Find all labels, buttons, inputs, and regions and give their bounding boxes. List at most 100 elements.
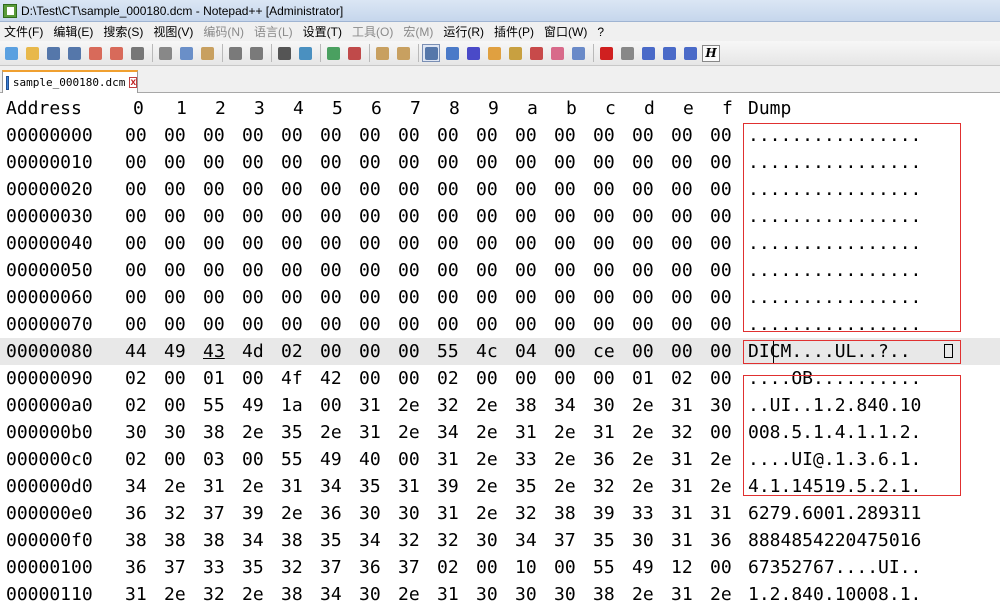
hex-byte[interactable]: 02 — [125, 446, 147, 473]
hex-byte[interactable]: 30 — [164, 419, 186, 446]
hex-byte[interactable]: 2e — [398, 419, 420, 446]
hex-byte[interactable]: 00 — [320, 122, 342, 149]
row-dump[interactable]: 67352767....UI.. — [748, 554, 921, 581]
hex-byte[interactable]: 31 — [710, 500, 732, 527]
stop-macro-button[interactable] — [618, 44, 636, 62]
hex-byte[interactable]: 00 — [476, 176, 498, 203]
row-dump[interactable]: 1.2.840.10008.1. — [748, 581, 921, 608]
hex-byte[interactable]: 00 — [242, 446, 264, 473]
menu-item-4[interactable]: 编码(N) — [199, 23, 250, 40]
hex-byte[interactable]: 00 — [554, 122, 576, 149]
hex-byte[interactable]: 00 — [515, 365, 537, 392]
hex-byte[interactable]: 55 — [281, 446, 303, 473]
row-dump[interactable]: 6279.6001.289311 — [748, 500, 921, 527]
hex-byte[interactable]: 2e — [554, 419, 576, 446]
hex-byte[interactable]: 31 — [437, 500, 459, 527]
hex-byte[interactable]: 00 — [203, 149, 225, 176]
hex-byte[interactable]: 00 — [710, 203, 732, 230]
hex-byte[interactable]: 00 — [398, 284, 420, 311]
hex-byte[interactable]: 00 — [164, 257, 186, 284]
hex-byte[interactable]: 2e — [476, 419, 498, 446]
hex-byte[interactable]: 00 — [242, 257, 264, 284]
hex-byte[interactable]: 00 — [359, 365, 381, 392]
hex-byte[interactable]: 00 — [242, 149, 264, 176]
hex-byte[interactable]: 43 — [203, 338, 225, 365]
hex-byte[interactable]: 35 — [320, 527, 342, 554]
hex-byte[interactable]: 31 — [671, 446, 693, 473]
hex-byte[interactable]: 32 — [203, 581, 225, 608]
hex-byte[interactable]: 31 — [671, 473, 693, 500]
hex-byte[interactable]: 00 — [515, 284, 537, 311]
hex-byte[interactable]: 00 — [125, 257, 147, 284]
hex-byte[interactable]: 00 — [398, 446, 420, 473]
hex-byte[interactable]: 2e — [710, 446, 732, 473]
hex-byte[interactable]: 02 — [437, 365, 459, 392]
hex-byte[interactable]: 2e — [632, 419, 654, 446]
hex-byte[interactable]: 00 — [710, 365, 732, 392]
hex-byte[interactable]: 00 — [476, 365, 498, 392]
hex-row[interactable]: 00000110 31 2e 32 2e 38 34 30 2e 31 30 30 30 38 2e 31 2e… — [0, 581, 1000, 608]
hex-byte[interactable]: 00 — [359, 311, 381, 338]
hex-byte[interactable]: 32 — [515, 500, 537, 527]
hex-byte[interactable]: 00 — [203, 230, 225, 257]
menu-item-10[interactable]: 插件(P) — [490, 23, 540, 40]
hex-byte[interactable]: 2e — [164, 473, 186, 500]
hex-byte[interactable]: 49 — [164, 338, 186, 365]
hex-byte[interactable]: 44 — [125, 338, 147, 365]
hex-byte[interactable]: 2e — [632, 581, 654, 608]
hex-byte[interactable]: 00 — [671, 311, 693, 338]
hex-byte[interactable]: 31 — [671, 527, 693, 554]
hex-byte[interactable]: 38 — [125, 527, 147, 554]
hex-byte[interactable]: 00 — [476, 122, 498, 149]
hex-byte[interactable]: 00 — [320, 311, 342, 338]
hex-byte[interactable]: 02 — [437, 554, 459, 581]
hex-byte[interactable]: ce — [593, 338, 615, 365]
hex-byte[interactable]: 00 — [281, 203, 303, 230]
menu-item-7[interactable]: 工具(O) — [348, 23, 399, 40]
hex-byte[interactable]: 00 — [710, 149, 732, 176]
hex-byte[interactable]: 00 — [632, 230, 654, 257]
show-all-chars-button[interactable] — [443, 44, 461, 62]
hex-byte[interactable]: 30 — [632, 527, 654, 554]
redo-button[interactable] — [247, 44, 265, 62]
hex-byte[interactable]: 4c — [476, 338, 498, 365]
hex-byte[interactable]: 00 — [632, 284, 654, 311]
hex-byte[interactable]: 00 — [593, 311, 615, 338]
hex-byte[interactable]: 2e — [554, 446, 576, 473]
hex-byte[interactable]: 00 — [632, 311, 654, 338]
save-all-button[interactable] — [65, 44, 83, 62]
hex-byte[interactable]: 00 — [164, 446, 186, 473]
hex-row[interactable]: 000000f0 38 38 38 34 38 35 34 32 32 30 34 37 35 30 31 36… — [0, 527, 1000, 554]
hex-byte[interactable]: 31 — [671, 392, 693, 419]
menu-item-9[interactable]: 运行(R) — [439, 23, 490, 40]
hex-byte[interactable]: 00 — [320, 230, 342, 257]
hex-byte[interactable]: 32 — [671, 419, 693, 446]
hex-byte[interactable]: 00 — [320, 176, 342, 203]
menu-item-5[interactable]: 语言(L) — [250, 23, 299, 40]
hex-byte[interactable]: 00 — [242, 311, 264, 338]
hex-byte[interactable]: 00 — [671, 284, 693, 311]
hex-byte[interactable]: 00 — [632, 257, 654, 284]
hex-byte[interactable]: 00 — [359, 257, 381, 284]
hex-byte[interactable]: 00 — [164, 176, 186, 203]
hex-byte[interactable]: 2e — [320, 419, 342, 446]
hex-byte[interactable]: 00 — [476, 284, 498, 311]
hex-byte[interactable]: 00 — [398, 176, 420, 203]
hex-byte[interactable]: 00 — [437, 122, 459, 149]
hex-byte[interactable]: 00 — [437, 149, 459, 176]
tab-sample-dcm[interactable]: sample_000180.dcm x — [2, 70, 138, 93]
hex-byte[interactable]: 32 — [398, 527, 420, 554]
hex-byte[interactable]: 34 — [554, 392, 576, 419]
hex-byte[interactable]: 00 — [437, 203, 459, 230]
hex-byte[interactable]: 38 — [515, 392, 537, 419]
menu-item-8[interactable]: 宏(M) — [399, 23, 439, 40]
hex-byte[interactable]: 37 — [164, 554, 186, 581]
hex-byte[interactable]: 2e — [242, 419, 264, 446]
hex-byte[interactable]: 00 — [437, 176, 459, 203]
hex-byte[interactable]: 55 — [593, 554, 615, 581]
hex-byte[interactable]: 00 — [632, 149, 654, 176]
hex-byte[interactable]: 00 — [398, 230, 420, 257]
hex-byte[interactable]: 00 — [359, 284, 381, 311]
hex-byte[interactable]: 00 — [281, 122, 303, 149]
hex-byte[interactable]: 00 — [671, 230, 693, 257]
